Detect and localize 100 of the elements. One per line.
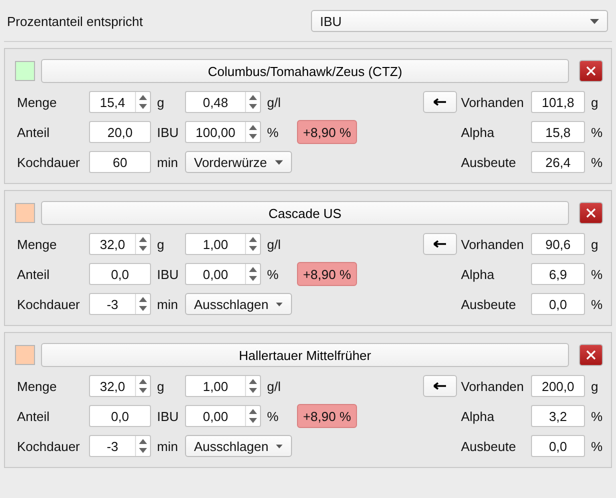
spinner-arrows-icon[interactable] (135, 376, 150, 396)
hop-name-button[interactable]: Cascade US (41, 201, 569, 225)
input-field[interactable]: 20,0 (89, 121, 151, 143)
field-label: Ausbeute (460, 296, 517, 312)
unit-label: % (266, 124, 280, 140)
dropdown[interactable]: Ausschlagen (185, 435, 292, 457)
deviation-badge: +8,90 % (297, 120, 357, 144)
unit-label: % (590, 154, 603, 170)
color-swatch[interactable] (15, 61, 35, 81)
unit-label: g/l (266, 236, 282, 252)
unit-label: IBU (156, 266, 180, 282)
input-field[interactable]: 0,0 (531, 293, 585, 315)
caret-icon (276, 444, 283, 448)
spinner-arrows-icon[interactable] (245, 376, 260, 396)
field-label: Anteil (16, 266, 51, 282)
spin-field[interactable]: 0,00 (185, 405, 261, 427)
field-label: Prozentanteil entspricht (6, 14, 143, 28)
input-field[interactable]: 60 (89, 151, 151, 173)
field-label: Vorhanden (460, 378, 525, 394)
input-field[interactable]: 26,4 (531, 151, 585, 173)
delete-button[interactable] (579, 202, 603, 224)
spin-field[interactable]: 100,00 (185, 121, 261, 143)
caret-icon (274, 160, 283, 164)
left-arrow-icon (433, 240, 447, 248)
unit-label: % (590, 266, 603, 282)
spin-field[interactable]: 32,0 (89, 375, 151, 397)
field-label: Alpha (460, 408, 496, 424)
input-field[interactable]: 3,2 (531, 405, 585, 427)
caret-icon (276, 302, 283, 306)
field-label: Vorhanden (460, 236, 525, 252)
field-label: Menge (16, 378, 58, 394)
unit-label: % (590, 124, 603, 140)
input-field[interactable]: 200,0 (531, 375, 585, 397)
unit-label: % (266, 266, 280, 282)
unit-label: % (590, 296, 603, 312)
left-arrow-icon (433, 382, 447, 390)
arrow-button[interactable] (423, 91, 457, 113)
dropdown[interactable]: Ausschlagen (185, 293, 292, 315)
spin-field[interactable]: 1,00 (185, 233, 261, 255)
field-label: Anteil (16, 124, 51, 140)
field-label: Ausbeute (460, 154, 517, 170)
unit-label: IBU (156, 408, 180, 424)
hop-name-button[interactable]: Hallertauer Mittelfrüher (41, 343, 569, 367)
color-swatch[interactable] (15, 203, 35, 223)
deviation-badge: +8,90 % (297, 262, 357, 286)
spinner-arrows-icon[interactable] (245, 264, 260, 284)
spin-field[interactable]: -3 (89, 435, 151, 457)
caret-icon (590, 18, 599, 24)
spinner-arrows-icon[interactable] (135, 294, 150, 314)
unit-label: % (266, 408, 280, 424)
spin-field[interactable]: 0,48 (185, 91, 261, 113)
unit-label: IBU (156, 124, 180, 140)
field-label: Kochdauer (16, 154, 81, 170)
spinner-arrows-icon[interactable] (245, 122, 260, 142)
field-label: Kochdauer (16, 438, 81, 454)
delete-button[interactable] (579, 344, 603, 366)
spinner-arrows-icon[interactable] (135, 92, 150, 112)
hop-name-button[interactable]: Columbus/Tomahawk/Zeus (CTZ) (41, 59, 569, 83)
spinner-arrows-icon[interactable] (245, 92, 260, 112)
left-arrow-icon (433, 98, 447, 106)
spin-field[interactable]: 32,0 (89, 233, 151, 255)
field-label: Menge (16, 94, 58, 110)
spin-field[interactable]: 0,00 (185, 263, 261, 285)
input-field[interactable]: 0,0 (531, 435, 585, 457)
unit-label: g (590, 378, 600, 394)
input-field[interactable]: 90,6 (531, 233, 585, 255)
color-swatch[interactable] (15, 345, 35, 365)
field-label: Menge (16, 236, 58, 252)
spinner-arrows-icon[interactable] (135, 436, 150, 456)
unit-label: % (590, 438, 603, 454)
dropdown[interactable]: Vorderwürze (185, 151, 292, 173)
spin-field[interactable]: 15,4 (89, 91, 151, 113)
unit-label: g (590, 94, 600, 110)
spinner-arrows-icon[interactable] (135, 234, 150, 254)
dropdown[interactable]: IBU (311, 10, 608, 32)
arrow-button[interactable] (423, 375, 457, 397)
field-label: Anteil (16, 408, 51, 424)
spinner-arrows-icon[interactable] (245, 406, 260, 426)
unit-label: g (156, 236, 166, 252)
close-icon (586, 350, 596, 360)
spin-field[interactable]: -3 (89, 293, 151, 315)
unit-label: g (156, 378, 166, 394)
spin-field[interactable]: 1,00 (185, 375, 261, 397)
input-field[interactable]: 15,8 (531, 121, 585, 143)
input-field[interactable]: 0,0 (89, 405, 151, 427)
field-label: Kochdauer (16, 296, 81, 312)
input-field[interactable]: 101,8 (531, 91, 585, 113)
unit-label: min (156, 154, 179, 170)
spinner-arrows-icon[interactable] (245, 234, 260, 254)
field-label: Ausbeute (460, 438, 517, 454)
unit-label: g/l (266, 94, 282, 110)
input-field[interactable]: 0,0 (89, 263, 151, 285)
unit-label: g (590, 236, 600, 252)
close-icon (586, 208, 596, 218)
field-label: Alpha (460, 124, 496, 140)
field-label: Alpha (460, 266, 496, 282)
input-field[interactable]: 6,9 (531, 263, 585, 285)
delete-button[interactable] (579, 60, 603, 82)
close-icon (586, 66, 596, 76)
arrow-button[interactable] (423, 233, 457, 255)
